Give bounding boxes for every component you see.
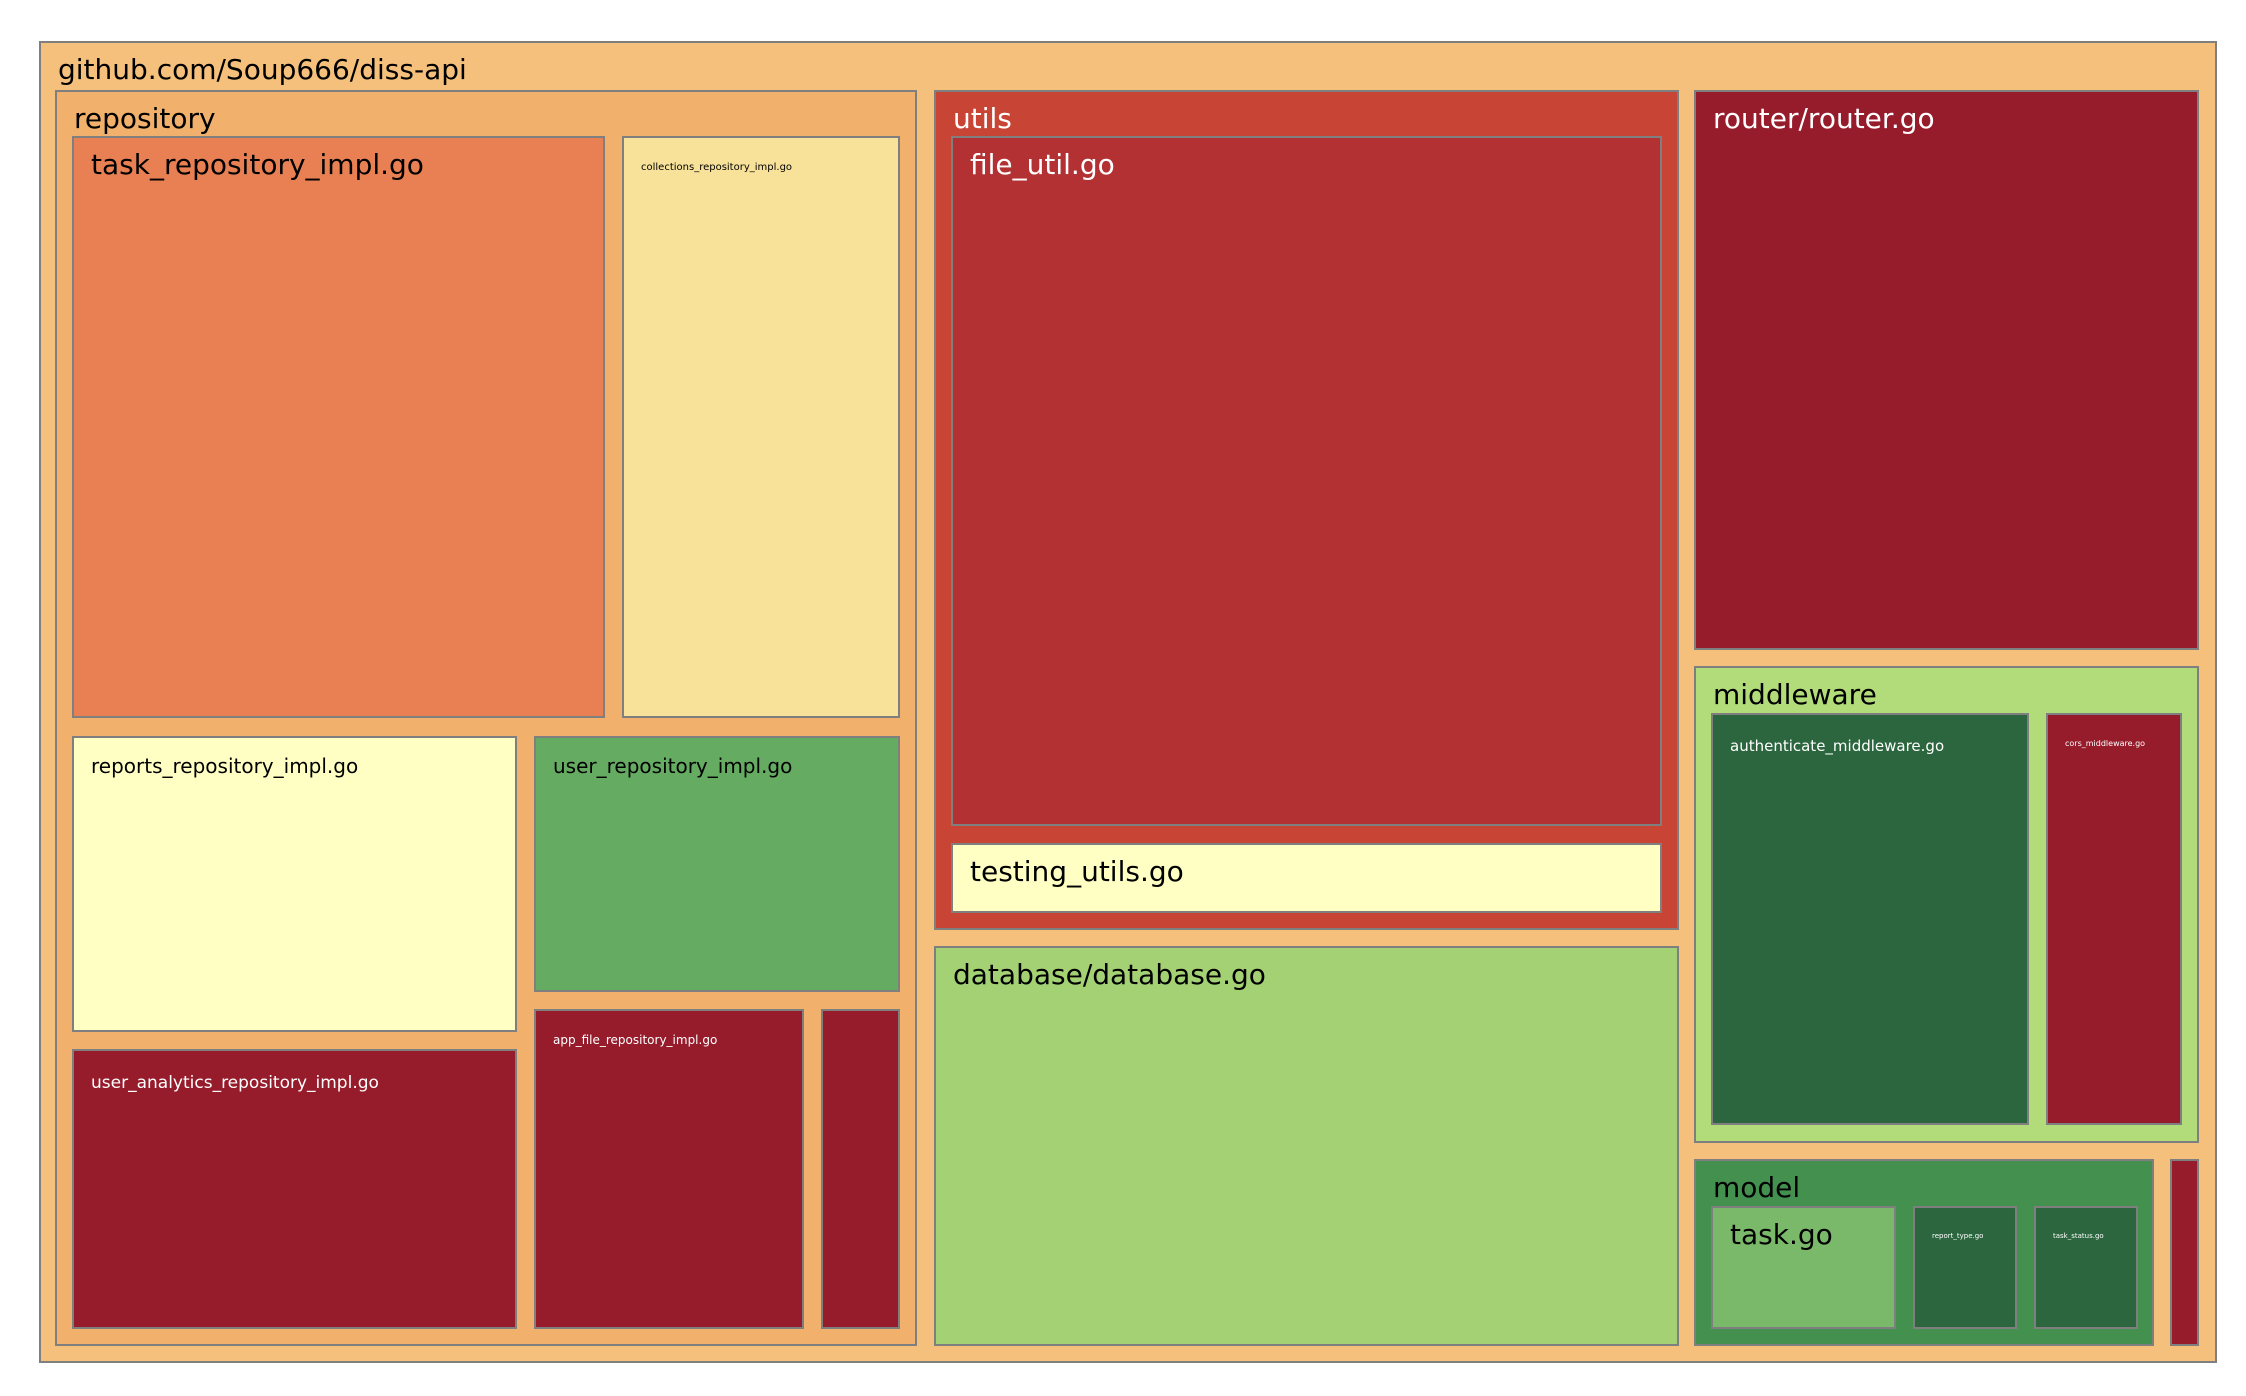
treemap-node-cors-middleware: cors_middleware.go — [2046, 713, 2182, 1125]
treemap-node-label: testing_utils.go — [970, 855, 1184, 888]
treemap-node-database: database/database.go — [934, 946, 1679, 1346]
treemap-node-label: user_analytics_repository_impl.go — [91, 1073, 379, 1093]
treemap-node-task-status: task_status.go — [2034, 1206, 2138, 1329]
treemap-node-label: reports_repository_impl.go — [91, 754, 359, 778]
treemap-node-label: utils — [953, 102, 1012, 135]
treemap-node-task: task.go — [1711, 1206, 1896, 1329]
treemap-node-label: task.go — [1730, 1218, 1833, 1251]
treemap-node-label: database/database.go — [953, 958, 1266, 991]
treemap-node-app-file-repository-impl: app_file_repository_impl.go — [534, 1009, 804, 1329]
treemap-node-label: repository — [74, 102, 216, 135]
treemap-node-user-analytics-repository-impl: user_analytics_repository_impl.go — [72, 1049, 517, 1329]
treemap-node-label: collections_repository_impl.go — [641, 162, 793, 173]
treemap-node-label: user_repository_impl.go — [553, 754, 793, 778]
treemap-node-collections-repository-impl: collections_repository_impl.go — [622, 136, 900, 718]
treemap-node-label: app_file_repository_impl.go — [553, 1033, 718, 1047]
treemap-node-label: task_repository_impl.go — [91, 148, 424, 181]
treemap-node-label: file_util.go — [970, 148, 1115, 181]
treemap-node-label: cors_middleware.go — [2065, 739, 2146, 748]
treemap-node-reports-repository-impl: reports_repository_impl.go — [72, 736, 517, 1032]
treemap-node-authenticate-middleware: authenticate_middleware.go — [1711, 713, 2029, 1125]
treemap-node-testing-utils: testing_utils.go — [951, 843, 1662, 913]
treemap-node-label: router/router.go — [1713, 102, 1935, 135]
treemap-node-repository-small — [821, 1009, 900, 1329]
treemap-node-router: router/router.go — [1694, 90, 2199, 650]
treemap-node-user-repository-impl: user_repository_impl.go — [534, 736, 900, 992]
treemap-node-report-type: report_type.go — [1913, 1206, 2017, 1329]
treemap-node-label: task_status.go — [2053, 1232, 2104, 1240]
treemap-node-task-repository-impl: task_repository_impl.go — [72, 136, 605, 718]
treemap-node-label: model — [1713, 1171, 1801, 1204]
treemap-node-root-small — [2170, 1159, 2199, 1346]
treemap-node-label: authenticate_middleware.go — [1730, 737, 1945, 755]
treemap-node-label: report_type.go — [1932, 1232, 1984, 1240]
treemap-node-label: middleware — [1713, 678, 1877, 711]
treemap-node-label: github.com/Soup666/diss-api — [58, 53, 467, 86]
treemap-chart: github.com/Soup666/diss-api repository tas… — [0, 0, 2246, 1396]
treemap-node-file-util: file_util.go — [951, 136, 1662, 826]
